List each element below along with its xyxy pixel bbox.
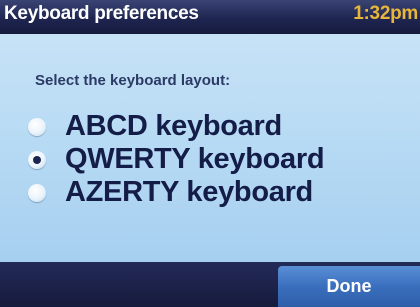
page-title: Keyboard preferences xyxy=(4,3,199,24)
option-label: ABCD keyboard xyxy=(65,110,282,142)
option-label: AZERTY keyboard xyxy=(65,176,313,208)
option-label: QWERTY keyboard xyxy=(65,143,325,175)
radio-button-icon[interactable] xyxy=(28,118,46,136)
option-azerty-keyboard[interactable]: AZERTY keyboard xyxy=(28,176,398,208)
bottom-bar: Done xyxy=(0,262,420,307)
clock: 1:32pm xyxy=(353,3,418,24)
done-button-label: Done xyxy=(326,276,372,296)
keyboard-preferences-screen: Keyboard preferences 1:32pm Select the k… xyxy=(0,0,420,307)
radio-button-icon[interactable] xyxy=(28,184,46,202)
title-bar: Keyboard preferences 1:32pm xyxy=(0,0,420,34)
option-abcd-keyboard[interactable]: ABCD keyboard xyxy=(28,110,398,142)
option-qwerty-keyboard[interactable]: QWERTY keyboard xyxy=(28,143,398,175)
main-content: Select the keyboard layout: ABCD keyboar… xyxy=(0,34,420,262)
prompt-text: Select the keyboard layout: xyxy=(35,72,231,89)
radio-button-selected-icon[interactable] xyxy=(28,151,46,169)
radio-dot-icon xyxy=(33,156,41,164)
done-button[interactable]: Done xyxy=(278,266,420,307)
